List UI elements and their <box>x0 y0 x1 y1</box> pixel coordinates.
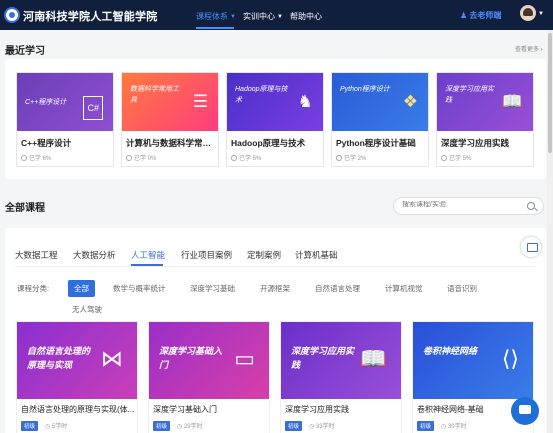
teacher-portal-link[interactable]: ♟ 去老师端 <box>460 10 501 21</box>
recent-section-title: 最近学习 <box>5 46 45 57</box>
chevron-down-icon[interactable]: ▼ <box>538 11 544 17</box>
course-thumbnail: Python程序设计 ❖ <box>332 73 428 131</box>
clock-icon: ◷ <box>177 424 183 430</box>
tab-divider <box>15 266 535 267</box>
course-progress: 已学 5% <box>231 153 261 162</box>
book-icon: 📖 <box>359 346 387 371</box>
course-name: 深度学习应用实践 <box>441 138 510 148</box>
category-all[interactable]: 全部 <box>68 280 95 297</box>
course-card[interactable]: 自然语言处理的原理与实现 ⋈ 自然语言处理的原理与实现(体... 初级 ◷ 5学… <box>16 321 138 433</box>
course-name: Hadoop原理与技术 <box>231 138 306 148</box>
level-badge: 初级 <box>417 421 435 431</box>
course-progress: 已学 2% <box>336 153 366 162</box>
course-name: 深度学习应用实践 <box>285 405 349 414</box>
book-icon: 📖 <box>501 92 523 111</box>
clock-icon: ◷ <box>45 424 51 430</box>
python-icon: ❖ <box>402 92 418 111</box>
chevron-down-icon: ▼ <box>230 14 236 20</box>
message-icon[interactable] <box>520 236 542 258</box>
recent-course-card[interactable]: Hadoop原理与技术 ♞ Hadoop原理与技术 已学 5% <box>226 72 324 167</box>
school-logo-icon[interactable] <box>4 7 20 23</box>
clock-icon <box>441 155 447 161</box>
site-brand[interactable]: 河南科技学院人工智能学院 <box>23 8 157 24</box>
search-input[interactable] <box>402 201 522 208</box>
teacher-icon: ♟ <box>460 11 468 20</box>
course-thumbnail: 深度学习基础入门 ▭ <box>149 322 269 399</box>
recent-course-card[interactable]: 数据科学常用工具 ☰ 计算机与数据科学常用... 已学 0% <box>121 72 219 167</box>
course-name: 自然语言处理的原理与实现(体... <box>21 405 135 414</box>
recent-course-card[interactable]: Python程序设计 ❖ Python程序设计基础 已学 2% <box>331 72 429 167</box>
course-hours: ◷ 30学时 <box>441 424 467 430</box>
course-name: 计算机与数据科学常用... <box>126 138 218 148</box>
level-badge: 初级 <box>153 421 171 431</box>
clock-icon: ◷ <box>309 424 315 430</box>
course-hours: ◷ 33学时 <box>309 424 335 430</box>
tab-computer-basics[interactable]: 计算机基础 <box>295 249 338 261</box>
search-icon[interactable] <box>527 202 535 210</box>
clock-icon <box>21 155 27 161</box>
course-name: Python程序设计基础 <box>336 138 416 148</box>
course-thumbnail: 深度学习应用实践 📖 <box>437 73 533 131</box>
course-thumbnail: 数据科学常用工具 ☰ <box>122 73 218 131</box>
category-speech[interactable]: 语音识别 <box>447 283 477 294</box>
nav-help-center[interactable]: 帮助中心 <box>290 11 322 22</box>
course-name: C++程序设计 <box>21 138 72 148</box>
category-open-source[interactable]: 开源框架 <box>260 283 290 294</box>
course-thumbnail: 深度学习应用实践 📖 <box>281 322 401 399</box>
user-avatar[interactable] <box>520 5 536 21</box>
network-icon: ⋈ <box>101 346 123 371</box>
course-hours: ◷ 29学时 <box>177 424 203 430</box>
category-deep-learning[interactable]: 深度学习基础 <box>190 283 235 294</box>
scrollbar-thumb[interactable] <box>548 33 552 153</box>
recent-panel: C++程序设计 C# C++程序设计 已学 6% 数据科学常用工具 ☰ 计算机与… <box>5 59 546 179</box>
clock-icon <box>336 155 342 161</box>
tab-big-data-analysis[interactable]: 大数据分析 <box>73 249 116 261</box>
course-card[interactable]: 深度学习应用实践 📖 深度学习应用实践 初级 ◷ 33学时 <box>280 321 402 433</box>
elephant-icon: ♞ <box>297 92 313 111</box>
course-thumbnail: Hadoop原理与技术 ♞ <box>227 73 323 131</box>
clock-icon <box>231 155 237 161</box>
tab-big-data-engineering[interactable]: 大数据工程 <box>15 249 58 261</box>
top-navbar: 河南科技学院人工智能学院 课程体系 ▼ 实训中心 ▼ 帮助中心 ♟ 去老师端 ▼ <box>0 0 553 30</box>
nav-course-system[interactable]: 课程体系 ▼ <box>196 11 236 22</box>
course-name: 深度学习基础入门 <box>153 405 217 414</box>
course-thumbnail: 卷积神经网络 ⟨⟩ <box>413 322 533 399</box>
category-math[interactable]: 数学与概率统计 <box>113 283 166 294</box>
course-hours: ◷ 5学时 <box>45 424 68 430</box>
all-courses-title: 全部课程 <box>5 203 45 214</box>
course-search-box[interactable] <box>393 197 544 215</box>
course-progress: 已学 0% <box>126 153 156 162</box>
clock-icon <box>126 155 132 161</box>
tab-custom-cases[interactable]: 定制案例 <box>247 249 281 261</box>
chevron-down-icon: ▼ <box>277 14 283 20</box>
clock-icon: ◷ <box>441 424 447 430</box>
database-icon: ☰ <box>192 92 208 111</box>
course-progress: 已学 6% <box>21 153 51 162</box>
course-thumbnail: 自然语言处理的原理与实现 ⋈ <box>17 322 137 399</box>
recent-course-card[interactable]: 深度学习应用实践 📖 深度学习应用实践 已学 5% <box>436 72 534 167</box>
category-cv[interactable]: 计算机视觉 <box>385 283 423 294</box>
tab-industry-projects[interactable]: 行业项目案例 <box>181 249 232 261</box>
level-badge: 初级 <box>285 421 303 431</box>
category-label: 课程分类: <box>17 284 50 293</box>
course-progress: 已学 5% <box>441 153 471 162</box>
cpp-icon: C# <box>83 96 103 120</box>
course-thumbnail: C++程序设计 C# <box>17 73 113 131</box>
recent-course-card[interactable]: C++程序设计 C# C++程序设计 已学 6% <box>16 72 114 167</box>
level-badge: 初级 <box>21 421 39 431</box>
category-autonomous-driving[interactable]: 无人驾驶 <box>72 304 102 315</box>
nav-active-indicator <box>196 27 234 29</box>
floating-chat-button[interactable] <box>511 397 539 425</box>
course-card[interactable]: 深度学习基础入门 ▭ 深度学习基础入门 初级 ◷ 29学时 <box>148 321 270 433</box>
tab-artificial-intelligence[interactable]: 人工智能 <box>131 249 165 261</box>
monitor-icon: ▭ <box>234 346 255 371</box>
category-nlp[interactable]: 自然语言处理 <box>315 283 360 294</box>
view-more-link[interactable]: 查看更多 › <box>515 44 543 53</box>
code-icon: ⟨⟩ <box>501 346 519 371</box>
nav-training-center[interactable]: 实训中心 ▼ <box>243 11 283 22</box>
